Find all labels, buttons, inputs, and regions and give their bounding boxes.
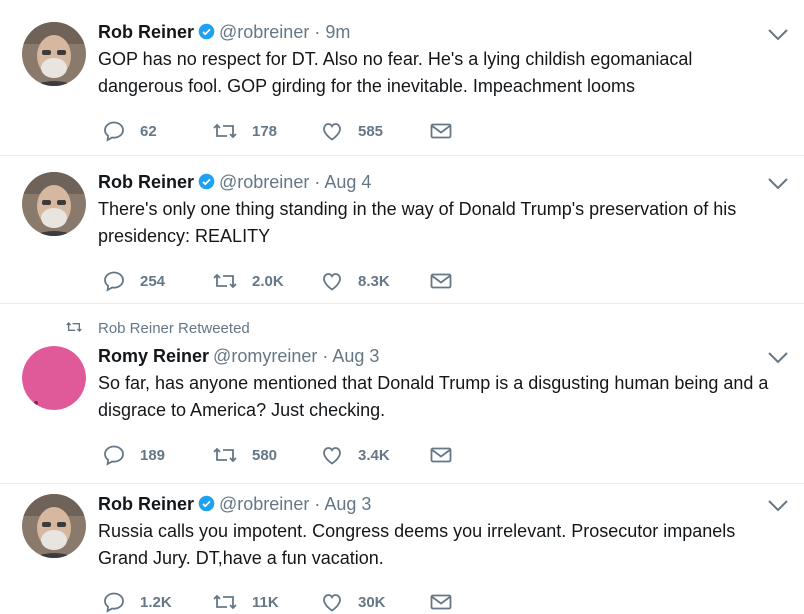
chevron-down-icon[interactable] (767, 177, 789, 191)
like-button[interactable]: 8.3K (320, 269, 390, 293)
retweet-count: 2.0K (252, 272, 284, 290)
like-button[interactable]: 585 (320, 119, 383, 143)
retweet-count: 178 (252, 122, 278, 140)
chevron-down-icon[interactable] (767, 499, 789, 513)
reply-count: 62 (140, 122, 157, 140)
message-button[interactable] (430, 269, 452, 293)
tweet-header: Rob Reiner @robreiner · Aug 3 (98, 494, 371, 517)
retweet-count: 580 (252, 446, 278, 464)
like-count: 585 (358, 122, 384, 140)
retweeted-by-label[interactable]: Rob Reiner Retweeted (98, 320, 250, 337)
verified-badge-icon (198, 23, 215, 45)
separator: · (314, 22, 321, 42)
envelope-icon (430, 273, 452, 289)
verified-badge-icon (198, 173, 215, 195)
handle[interactable]: @robreiner (219, 494, 309, 514)
retweet-icon (213, 594, 237, 610)
tweet-header: Romy Reiner @romyreiner · Aug 3 (98, 346, 379, 367)
timestamp[interactable]: Aug 3 (332, 346, 379, 366)
heart-icon (323, 273, 341, 291)
verified-badge-icon (198, 495, 215, 517)
separator: · (314, 172, 321, 192)
display-name[interactable]: Rob Reiner (98, 172, 194, 192)
retweet-button[interactable]: 178 (212, 119, 277, 143)
handle[interactable]: @robreiner (219, 22, 309, 42)
chevron-down-icon[interactable] (767, 351, 789, 365)
avatar[interactable] (22, 346, 86, 410)
envelope-icon (430, 447, 452, 463)
tweet-text: So far, has anyone mentioned that Donald… (98, 373, 769, 420)
display-name[interactable]: Rob Reiner (98, 22, 194, 42)
display-name[interactable]: Romy Reiner (98, 346, 209, 366)
reply-count: 1.2K (140, 593, 172, 611)
retweet-icon (66, 322, 82, 332)
timestamp[interactable]: Aug 4 (324, 172, 371, 192)
reply-icon (104, 445, 124, 466)
reply-button[interactable]: 189 (102, 443, 165, 467)
display-name[interactable]: Rob Reiner (98, 494, 194, 514)
reply-count: 254 (140, 272, 166, 290)
reply-button[interactable]: 254 (102, 269, 165, 293)
like-count: 3.4K (358, 446, 390, 464)
tweet-text: GOP has no respect for DT. Also no fear.… (98, 49, 693, 96)
reply-icon (104, 592, 124, 613)
message-button[interactable] (430, 119, 452, 143)
tweet-text: There's only one thing standing in the w… (98, 199, 737, 246)
retweeted-by-note: Rob Reiner Retweeted (64, 319, 250, 337)
reply-count: 189 (140, 446, 166, 464)
retweet-icon (213, 123, 237, 139)
separator: · (322, 346, 329, 366)
handle[interactable]: @romyreiner (213, 346, 317, 366)
avatar[interactable] (22, 172, 86, 236)
reply-button[interactable]: 62 (102, 119, 157, 143)
separator: · (314, 494, 321, 514)
message-button[interactable] (430, 443, 452, 467)
timeline: Rob Reiner @robreiner · 9m GOP has no res… (0, 0, 804, 614)
handle[interactable]: @robreiner (219, 172, 309, 192)
heart-icon (323, 594, 341, 612)
retweet-button[interactable]: 2.0K (212, 269, 284, 293)
tweet-text: Russia calls you impotent. Congress deem… (98, 521, 736, 568)
timestamp[interactable]: 9m (325, 22, 350, 42)
retweet-button[interactable]: 580 (212, 443, 277, 467)
retweet-icon (213, 447, 237, 463)
tweet[interactable]: Rob Reiner @robreiner · Aug 4 There's onl… (0, 156, 804, 304)
avatar[interactable] (22, 494, 86, 558)
avatar[interactable] (22, 22, 86, 86)
reply-icon (104, 121, 124, 142)
retweet-count: 11K (252, 593, 279, 611)
retweet-icon (213, 273, 237, 289)
tweet-header: Rob Reiner @robreiner · Aug 4 (98, 172, 371, 195)
tweet[interactable]: Rob Reiner Retweeted Romy Reiner @romyrei… (0, 304, 804, 484)
like-count: 30K (358, 593, 386, 611)
reply-button[interactable]: 1.2K (102, 590, 172, 614)
like-button[interactable]: 3.4K (320, 443, 390, 467)
like-button[interactable]: 30K (320, 590, 386, 614)
reply-icon (104, 271, 124, 292)
envelope-icon (430, 594, 452, 610)
heart-icon (323, 123, 341, 141)
tweet-header: Rob Reiner @robreiner · 9m (98, 22, 350, 45)
message-button[interactable] (430, 590, 452, 614)
like-count: 8.3K (358, 272, 390, 290)
timestamp[interactable]: Aug 3 (324, 494, 371, 514)
tweet[interactable]: Rob Reiner @robreiner · 9m GOP has no res… (0, 0, 804, 156)
tweet[interactable]: Rob Reiner @robreiner · Aug 3 Russia call… (0, 484, 804, 614)
heart-icon (323, 447, 341, 465)
retweet-button[interactable]: 11K (212, 590, 279, 614)
envelope-icon (430, 123, 452, 139)
chevron-down-icon[interactable] (767, 28, 789, 42)
